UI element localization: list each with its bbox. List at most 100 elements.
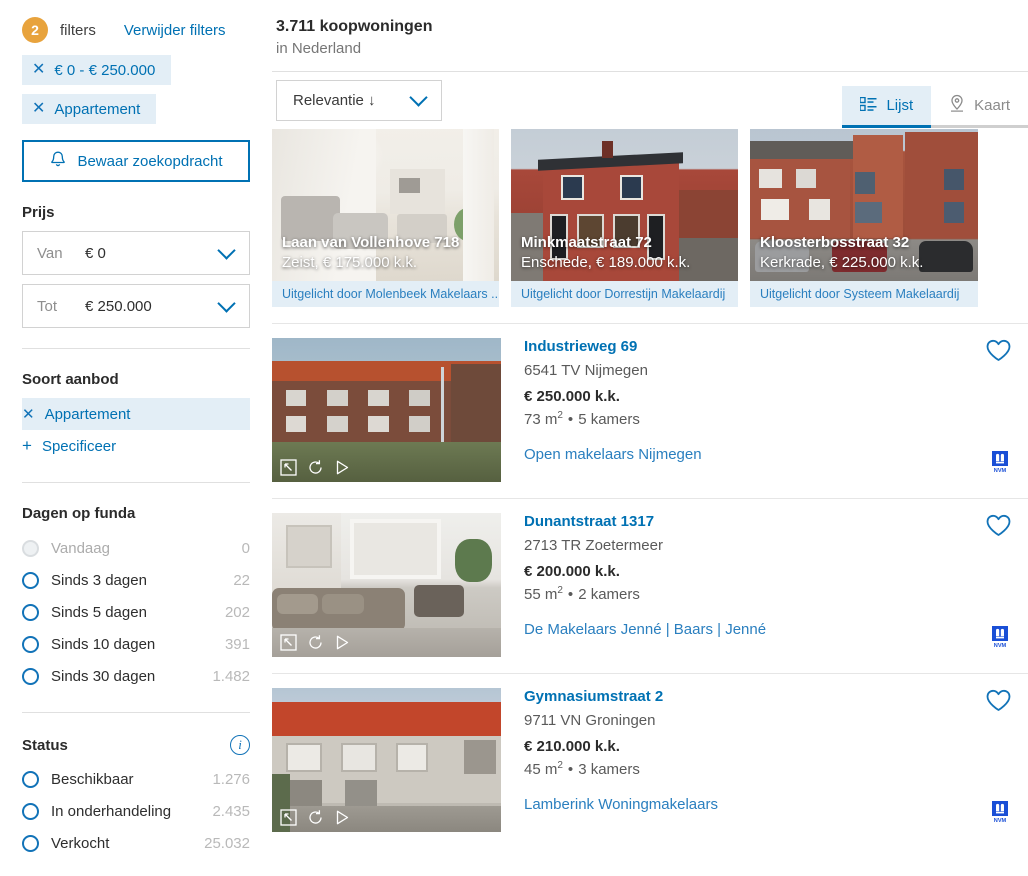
status-option-count: 2.435: [212, 802, 250, 820]
price-filter-section: Prijs Van € 0 Tot € 250.000: [0, 204, 272, 328]
sort-select-value: Relevantie ↓: [293, 91, 376, 109]
heart-icon[interactable]: [985, 513, 1012, 543]
featured-cards-row: Laan van Vollenhove 718 Zeist, € 175.000…: [272, 129, 1028, 307]
results-count: 3.711 koopwoningen: [276, 18, 433, 35]
price-to-select[interactable]: Tot € 250.000: [22, 284, 250, 328]
table-row[interactable]: Dunantstraat 1317 2713 TR Zoetermeer € 2…: [272, 498, 1028, 673]
featured-title-1: Laan van Vollenhove 718: [282, 234, 460, 251]
featured-sponsor-3[interactable]: Uitgelicht door Systeem Makelaardij: [750, 281, 978, 307]
days-option-10[interactable]: Sinds 10 dagen 391: [22, 628, 250, 660]
results-location: in Nederland: [276, 40, 362, 57]
clear-filters-link[interactable]: Verwijder filters: [124, 22, 226, 39]
listing-photo-1[interactable]: [272, 338, 501, 482]
listing-title-2[interactable]: Dunantstraat 1317: [524, 513, 1028, 530]
save-search-button[interactable]: Bewaar zoekopdracht: [22, 140, 250, 182]
featured-sponsor-1[interactable]: Uitgelicht door Molenbeek Makelaars ...: [272, 281, 499, 307]
featured-card-3[interactable]: Kloosterbosstraat 32 Kerkrade, € 225.000…: [750, 129, 978, 307]
filters-header: 2 filters Verwijder filters: [0, 0, 272, 46]
radio-icon[interactable]: [22, 834, 39, 852]
days-option-vandaag[interactable]: Vandaag 0: [22, 532, 250, 564]
tab-kaart[interactable]: Kaart: [931, 86, 1028, 128]
price-from-value: € 0: [85, 244, 106, 262]
listing-agent-2[interactable]: De Makelaars Jenné | Baars | Jenné: [524, 621, 1028, 638]
featured-photo-street[interactable]: Kloosterbosstraat 32 Kerkrade, € 225.000…: [750, 129, 978, 281]
heart-icon[interactable]: [985, 688, 1012, 718]
remove-price-filter-icon[interactable]: ✕: [32, 62, 45, 78]
status-section-title: Status: [22, 736, 68, 754]
rotate-360-icon[interactable]: [307, 634, 324, 651]
funda-search-page: 2 filters Verwijder filters ✕ € 0 - € 25…: [0, 0, 1028, 876]
floorplan-icon[interactable]: [280, 634, 297, 651]
table-row[interactable]: Industrieweg 69 6541 TV Nijmegen € 250.0…: [272, 323, 1028, 498]
status-section-header: Status i: [22, 735, 250, 755]
status-option-verkocht[interactable]: Verkocht 25.032: [22, 827, 250, 859]
status-option-beschikbaar[interactable]: Beschikbaar 1.276: [22, 763, 250, 795]
listing-title-1[interactable]: Industrieweg 69: [524, 338, 1028, 355]
featured-sponsor-2[interactable]: Uitgelicht door Dorrestijn Makelaardij: [511, 281, 738, 307]
view-tabs: Lijst Kaart: [842, 86, 1028, 128]
days-option-5[interactable]: Sinds 5 dagen 202: [22, 596, 250, 628]
status-option-count: 1.276: [212, 770, 250, 788]
listing-title-3[interactable]: Gymnasiumstraat 2: [524, 688, 1028, 705]
remove-offer-type-icon[interactable]: ✕: [22, 405, 35, 423]
price-from-select[interactable]: Van € 0: [22, 231, 250, 275]
filter-pill-price[interactable]: ✕ € 0 - € 250.000: [22, 55, 172, 85]
rotate-360-icon[interactable]: [307, 809, 324, 826]
offer-type-section-title: Soort aanbod: [22, 371, 119, 388]
days-option-count: 391: [224, 635, 250, 653]
play-video-icon[interactable]: [334, 459, 351, 476]
filter-sidebar: 2 filters Verwijder filters ✕ € 0 - € 25…: [0, 0, 272, 876]
floorplan-icon[interactable]: [280, 459, 297, 476]
offer-type-specify-label: Specificeer: [41, 437, 117, 455]
heart-icon[interactable]: [985, 338, 1012, 368]
radio-icon[interactable]: [22, 603, 39, 621]
table-row[interactable]: Gymnasiumstraat 2 9711 VN Groningen € 21…: [272, 673, 1028, 848]
featured-caption-2: Minkmaatstraat 72 Enschede, € 189.000 k.…: [511, 228, 738, 281]
featured-card-1[interactable]: Laan van Vollenhove 718 Zeist, € 175.000…: [272, 129, 499, 307]
offer-type-selected-label: Appartement: [44, 405, 131, 423]
tab-lijst[interactable]: Lijst: [842, 86, 932, 128]
bell-icon: [49, 150, 77, 173]
featured-photo-house[interactable]: Minkmaatstraat 72 Enschede, € 189.000 k.…: [511, 129, 738, 281]
remove-type-filter-icon[interactable]: ✕: [32, 101, 45, 117]
offer-type-selected-appartement[interactable]: ✕ Appartement: [22, 398, 250, 430]
info-icon[interactable]: i: [230, 735, 250, 755]
listing-agent-3[interactable]: Lamberink Woningmakelaars: [524, 796, 1028, 813]
status-option-onderhandeling[interactable]: In onderhandeling 2.435: [22, 795, 250, 827]
listing-photo-2[interactable]: [272, 513, 501, 657]
map-pin-icon: [949, 94, 965, 117]
radio-icon[interactable]: [22, 635, 39, 653]
separator-dot: •: [567, 761, 574, 778]
featured-card-2[interactable]: Minkmaatstraat 72 Enschede, € 189.000 k.…: [511, 129, 738, 307]
filters-label: filters: [60, 21, 96, 39]
listing-agent-1[interactable]: Open makelaars Nijmegen: [524, 446, 1028, 463]
featured-photo-interior[interactable]: Laan van Vollenhove 718 Zeist, € 175.000…: [272, 129, 499, 281]
listing-photo-icons-3: [280, 809, 351, 826]
days-option-3[interactable]: Sinds 3 dagen 22: [22, 564, 250, 596]
radio-icon[interactable]: [22, 571, 39, 589]
featured-subtitle-2: Enschede, € 189.000 k.k.: [521, 254, 691, 271]
plus-icon: +: [22, 436, 32, 455]
nvm-badge-icon: NVM: [990, 626, 1010, 653]
listing-info-2: Dunantstraat 1317 2713 TR Zoetermeer € 2…: [501, 513, 1028, 657]
play-video-icon[interactable]: [334, 634, 351, 651]
play-video-icon[interactable]: [334, 809, 351, 826]
days-option-30[interactable]: Sinds 30 dagen 1.482: [22, 660, 250, 692]
radio-icon[interactable]: [22, 539, 39, 557]
listing-photo-3[interactable]: [272, 688, 501, 832]
listing-address-2: 2713 TR Zoetermeer: [524, 537, 663, 554]
listing-meta-3: 45 m2 • 3 kamers: [524, 760, 1028, 778]
offer-type-specify-link[interactable]: + Specificeer: [22, 430, 250, 462]
svg-text:NVM: NVM: [994, 468, 1007, 473]
radio-icon[interactable]: [22, 667, 39, 685]
listing-rooms-1: 5 kamers: [578, 411, 640, 428]
rotate-360-icon[interactable]: [307, 459, 324, 476]
sort-select[interactable]: Relevantie ↓: [276, 79, 442, 121]
radio-icon[interactable]: [22, 802, 39, 820]
filter-pill-type[interactable]: ✕ Appartement: [22, 94, 157, 124]
separator-dot: •: [567, 586, 574, 603]
filter-pill-price-label: € 0 - € 250.000: [54, 61, 156, 79]
radio-icon[interactable]: [22, 770, 39, 788]
listing-area-2: 55 m2: [524, 585, 563, 603]
floorplan-icon[interactable]: [280, 809, 297, 826]
